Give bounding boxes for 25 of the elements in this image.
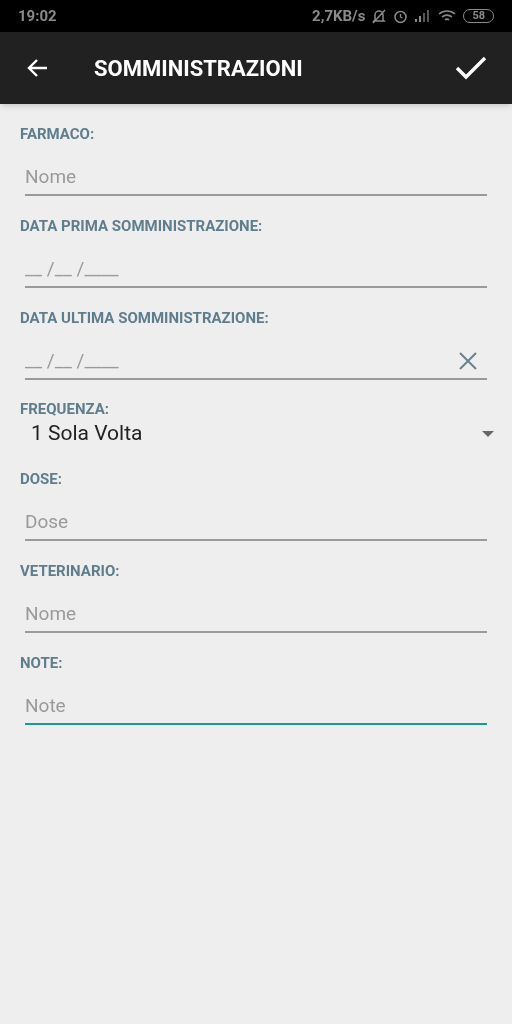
clear-icon[interactable] [459,352,477,370]
dropdown-caret-icon [482,431,494,437]
input-field[interactable]: Note [25,687,487,725]
date-field[interactable]: __ /__ /____ [25,342,487,380]
status-time: 19:02 [18,5,57,27]
wifi-icon [438,9,457,23]
date-field[interactable]: __ /__ /____ [25,250,487,288]
input-field[interactable]: Dose [25,503,487,541]
field-label: DATA ULTIMA SOMMINISTRAZIONE: [20,308,270,328]
signal-icon [415,10,432,22]
field-label: DOSE: [20,469,63,489]
network-speed: 2,7KB/s [312,5,366,27]
field-label: FREQUENZA: [20,399,111,419]
field-label: FARMACO: [20,124,96,144]
checkmark-icon [455,56,487,80]
input-field[interactable]: Nome [25,595,487,633]
field-label: DATA PRIMA SOMMINISTRAZIONE: [20,216,264,236]
input-field[interactable]: Nome [25,158,487,196]
alarm-icon [393,8,409,24]
field-label: NOTE: [20,653,64,673]
frequency-dropdown[interactable]: 1 Sola Volta [20,419,512,449]
back-arrow-icon [26,58,48,78]
muted-bell-icon [372,8,387,24]
field-label: VETERINARIO: [20,561,121,581]
screen-title: SOMMINISTRAZIONI [94,54,304,83]
